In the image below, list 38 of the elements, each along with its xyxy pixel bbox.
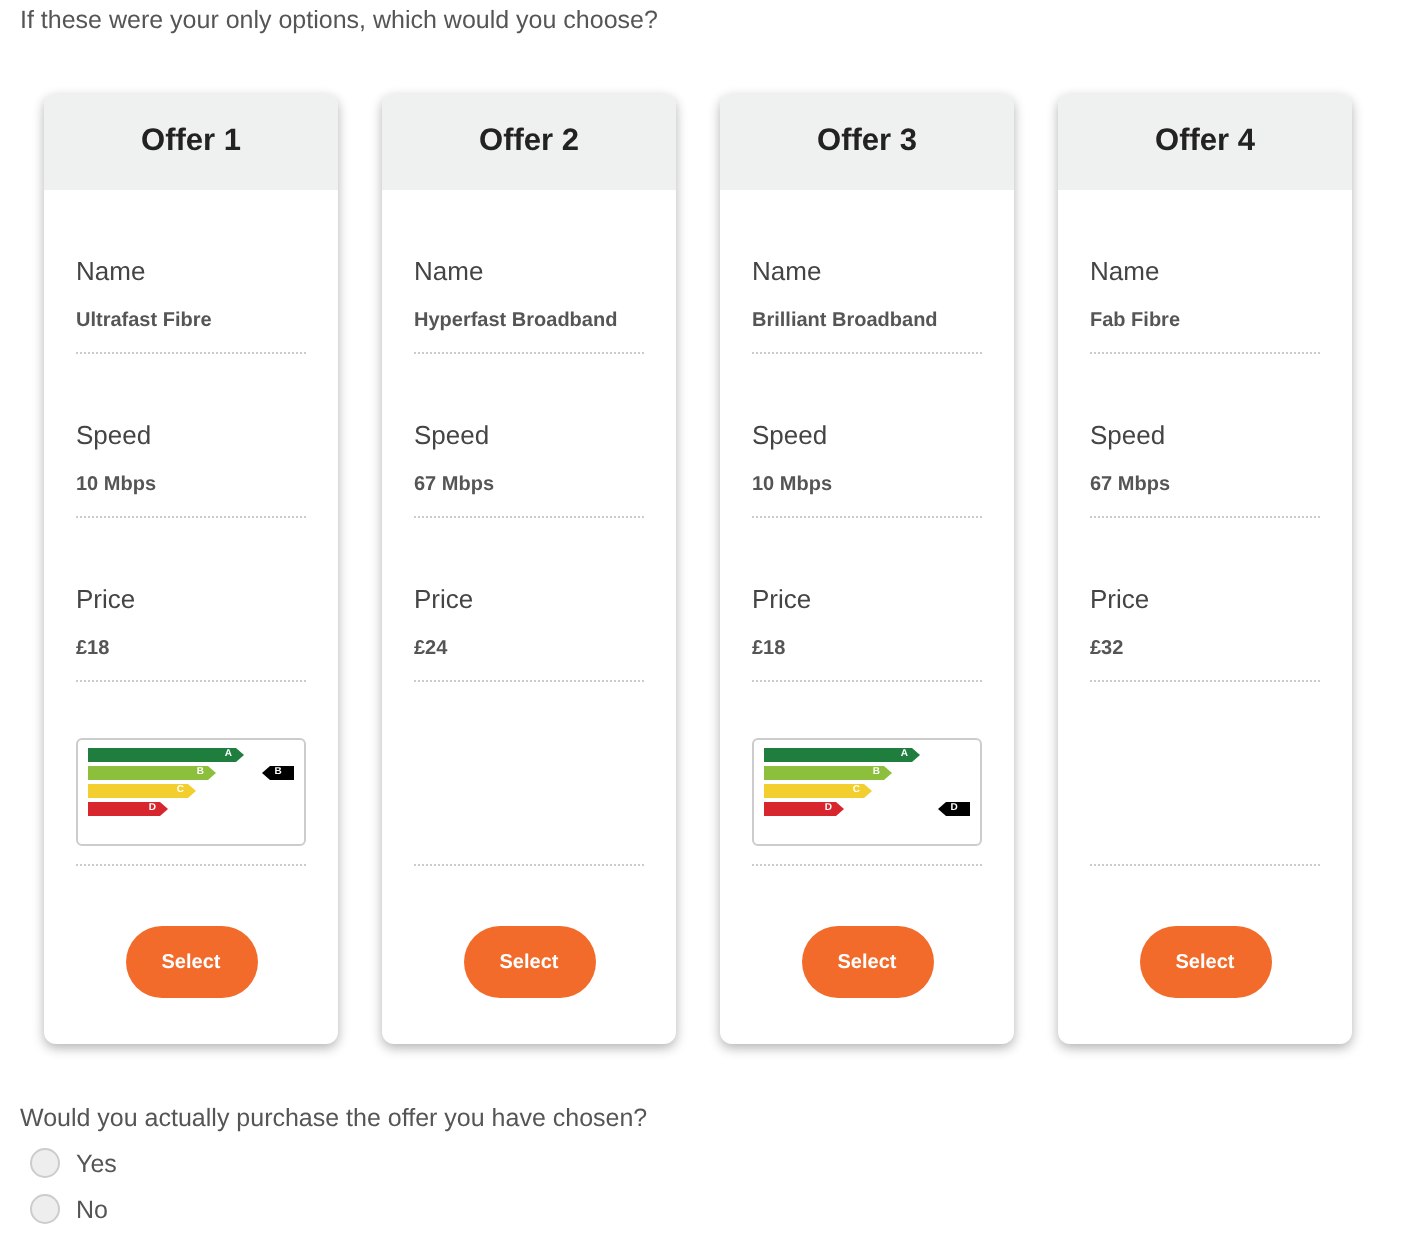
field-value: Fab Fibre — [1090, 310, 1183, 332]
field-value: £18 — [752, 638, 788, 660]
field-value: 67 Mbps — [414, 474, 497, 496]
field-label: Name — [414, 256, 486, 286]
field-label: Price — [76, 584, 138, 614]
field-label: Price — [1090, 584, 1152, 614]
field-value: Brilliant Broadband — [752, 310, 940, 332]
field-label: Speed — [76, 420, 154, 450]
field-value: 10 Mbps — [752, 474, 835, 496]
field-value: 10 Mbps — [76, 474, 159, 496]
radio-button[interactable] — [30, 1148, 60, 1178]
offer-title: Offer 1 — [44, 94, 338, 190]
offer-title: Offer 3 — [720, 94, 1014, 190]
field-value: Ultrafast Fibre — [76, 310, 214, 332]
select-button[interactable]: Select — [463, 926, 595, 998]
field-label: Name — [1090, 256, 1162, 286]
select-button[interactable]: Select — [801, 926, 933, 998]
radio-button[interactable] — [30, 1194, 60, 1224]
select-button[interactable]: Select — [1139, 926, 1271, 998]
field-value: £18 — [76, 638, 112, 660]
field-label: Speed — [414, 420, 492, 450]
field-label: Speed — [752, 420, 830, 450]
field-label: Name — [76, 256, 148, 286]
field-label: Name — [752, 256, 824, 286]
select-button[interactable]: Select — [125, 926, 257, 998]
option-label: No — [76, 1195, 108, 1223]
field-value: Hyperfast Broadband — [414, 310, 620, 332]
field-label: Price — [414, 584, 476, 614]
field-label: Price — [752, 584, 814, 614]
option-label: Yes — [76, 1149, 117, 1177]
field-label: Speed — [1090, 420, 1168, 450]
field-value: 67 Mbps — [1090, 474, 1173, 496]
offer-title: Offer 4 — [1058, 94, 1352, 190]
offer-title: Offer 2 — [382, 94, 676, 190]
field-value: £24 — [414, 638, 450, 660]
question-text: Would you actually purchase the offer you have chosen? — [20, 1104, 650, 1132]
field-value: £32 — [1090, 638, 1126, 660]
question-text: If these were your only options, which would you choose? — [20, 4, 660, 38]
